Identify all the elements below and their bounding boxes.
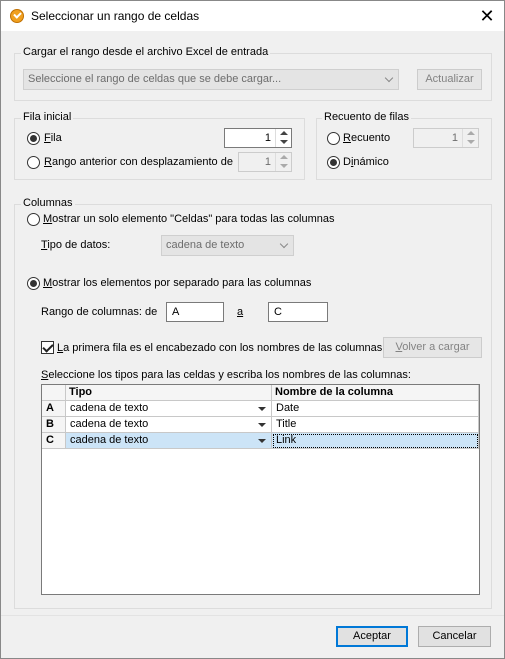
count-radio[interactable]: [327, 132, 340, 145]
row-radio-label-rest: ila: [50, 132, 62, 144]
table-cell-name-c[interactable]: Link: [272, 433, 479, 449]
arrow-up-icon[interactable]: [280, 155, 288, 159]
header-row-checkbox[interactable]: [41, 341, 54, 354]
count-radio-label: Recuento: [343, 132, 391, 144]
single-element-label: Mostrar un solo elemento "Celdas" para t…: [43, 213, 335, 225]
cell-range-select-text: Seleccione el rango de celdas que se deb…: [28, 73, 282, 85]
count-stepper-value: 1: [451, 132, 458, 144]
row-stepper-arrows[interactable]: [275, 129, 291, 147]
header-row-label: La primera fila es el encabezado con los…: [57, 342, 383, 354]
separate-elements-radio[interactable]: [27, 277, 40, 290]
arrow-up-icon[interactable]: [280, 131, 288, 135]
table-header-name: Nombre de la columna: [272, 385, 479, 401]
table-header-type: Tipo: [66, 385, 272, 401]
data-type-select[interactable]: cadena de texto: [161, 235, 294, 256]
prev-range-radio-label: Rango anterior con desplazamiento de: [44, 156, 233, 168]
table-cell-type-a[interactable]: cadena de texto: [66, 401, 272, 417]
dropdown-arrow-icon[interactable]: [258, 423, 266, 427]
data-type-select-text: cadena de texto: [166, 239, 245, 251]
table-corner-header: [42, 385, 66, 401]
row-radio[interactable]: [27, 132, 40, 145]
prev-range-stepper[interactable]: 1: [238, 152, 292, 172]
title-bar: Seleccionar un rango de celdas ✕: [1, 1, 504, 31]
update-button[interactable]: Actualizar: [417, 69, 482, 90]
table-row-key-a: A: [42, 401, 66, 417]
table-cell-name-b[interactable]: Title: [272, 417, 479, 433]
prev-range-stepper-value: 1: [264, 156, 271, 168]
chevron-down-icon: [279, 239, 289, 249]
dialog-title: Seleccionar un rango de celdas: [31, 9, 200, 23]
row-count-group-title: Recuento de filas: [322, 111, 411, 123]
row-stepper[interactable]: 1: [224, 128, 292, 148]
column-to-input[interactable]: C: [268, 302, 328, 322]
table-cell-name-a[interactable]: Date: [272, 401, 479, 417]
footer-separator: [1, 615, 504, 616]
column-to-label: a: [237, 306, 244, 318]
count-stepper[interactable]: 1: [413, 128, 479, 148]
dialog-window: Seleccionar un rango de celdas ✕ Cargar …: [0, 0, 505, 659]
table-cell-type-c[interactable]: cadena de texto: [66, 433, 272, 449]
table-cell-type-b[interactable]: cadena de texto: [66, 417, 272, 433]
cell-range-select[interactable]: Seleccione el rango de celdas que se deb…: [23, 69, 399, 90]
arrow-up-icon[interactable]: [467, 131, 475, 135]
table-row-key-c: C: [42, 433, 66, 449]
table-cell-type-text: cadena de texto: [70, 418, 149, 430]
cancel-button[interactable]: Cancelar: [418, 626, 491, 647]
table-instruction: Seleccione los tipos para las celdas y e…: [41, 369, 411, 381]
column-from-input[interactable]: A: [166, 302, 224, 322]
column-types-table: Tipo Nombre de la columna A cadena de te…: [41, 384, 480, 595]
chevron-down-icon: [384, 73, 394, 83]
row-radio-label: Fila: [44, 132, 62, 144]
columns-group-title: Columnas: [21, 197, 75, 209]
dropdown-arrow-icon[interactable]: [258, 407, 266, 411]
dynamic-radio-label: Dinámico: [343, 156, 389, 168]
single-element-radio[interactable]: [27, 213, 40, 226]
separate-elements-label: Mostrar los elementos por separado para …: [43, 277, 312, 289]
prev-range-radio[interactable]: [27, 156, 40, 169]
close-button[interactable]: ✕: [470, 1, 504, 31]
load-range-group-title: Cargar el rango desde el archivo Excel d…: [21, 46, 271, 58]
dropdown-arrow-icon[interactable]: [258, 439, 266, 443]
arrow-down-icon[interactable]: [467, 140, 475, 144]
count-stepper-arrows[interactable]: [462, 129, 478, 147]
app-logo-icon: [10, 9, 24, 23]
arrow-down-icon[interactable]: [280, 140, 288, 144]
start-row-group-title: Fila inicial: [21, 111, 74, 123]
column-range-label: Rango de columnas: de: [41, 306, 158, 318]
accept-button[interactable]: Aceptar: [336, 626, 408, 647]
table-cell-type-text: cadena de texto: [70, 434, 149, 446]
row-stepper-value: 1: [264, 132, 271, 144]
prev-range-stepper-arrows[interactable]: [275, 153, 291, 171]
reload-button[interactable]: Volver a cargar: [383, 337, 482, 358]
arrow-down-icon[interactable]: [280, 164, 288, 168]
dynamic-radio[interactable]: [327, 156, 340, 169]
data-type-label: Tipo de datos:: [41, 239, 111, 251]
table-row-key-b: B: [42, 417, 66, 433]
table-cell-type-text: cadena de texto: [70, 402, 149, 414]
